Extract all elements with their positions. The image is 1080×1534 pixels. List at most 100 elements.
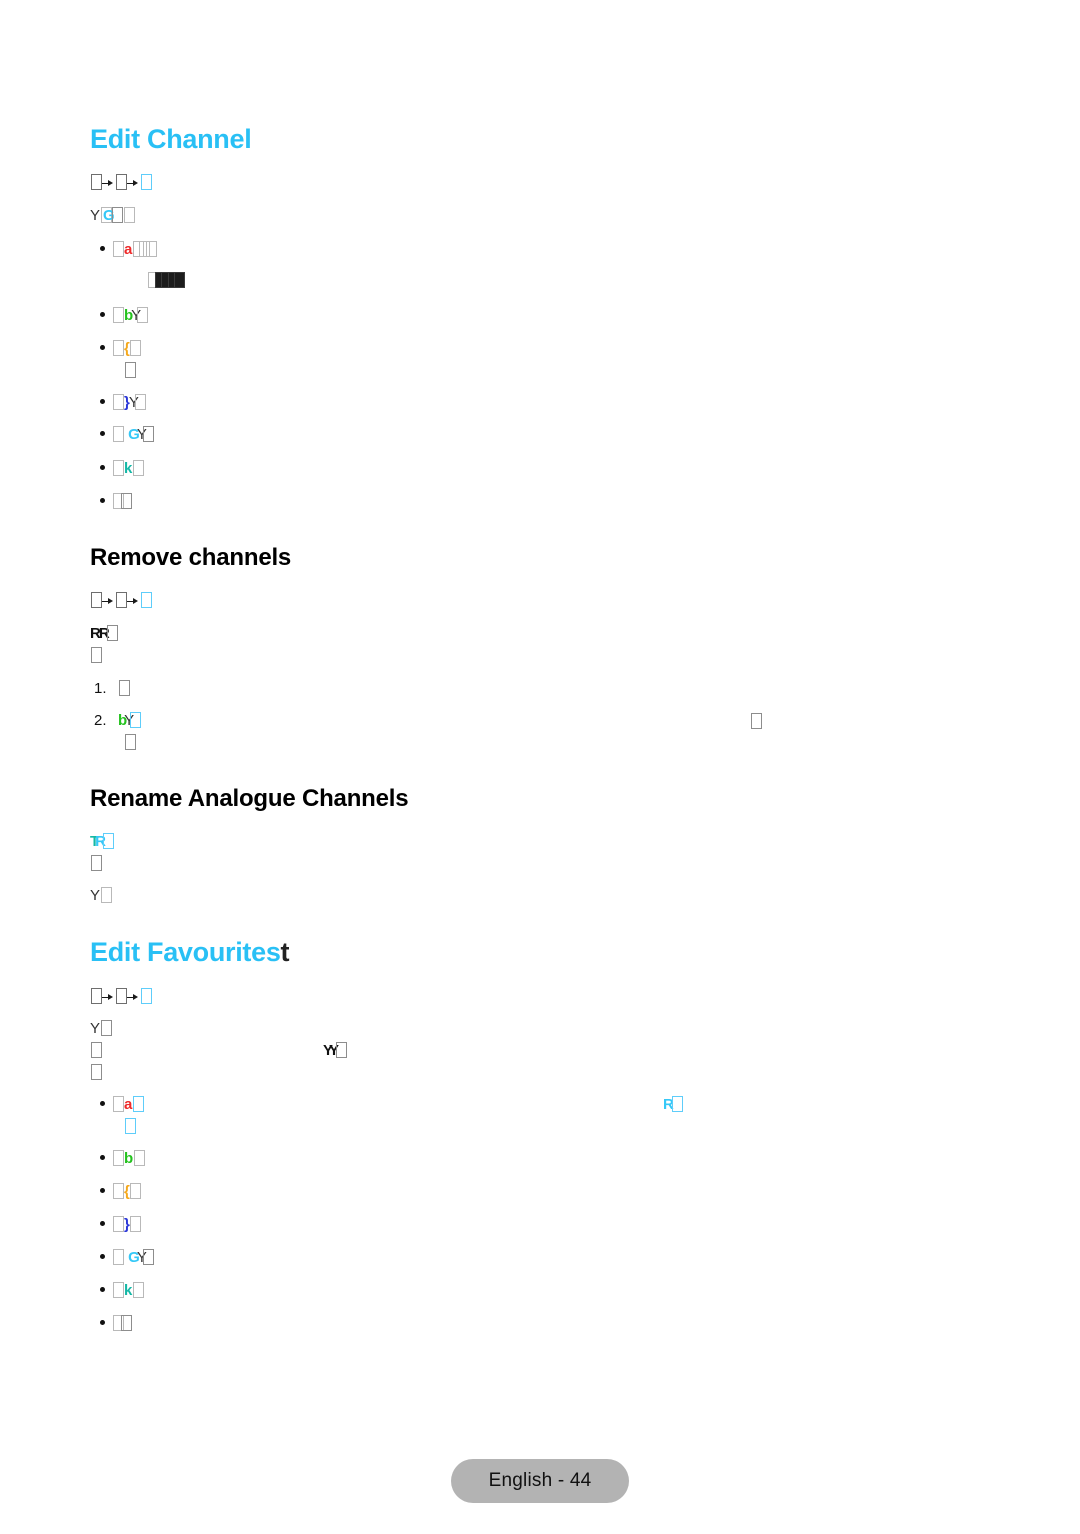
edit-favourites-intro: Y — [90, 1019, 112, 1039]
list-item: b — [100, 1149, 145, 1169]
residual-glyph-y: Y — [90, 887, 101, 904]
list-item: } — [100, 1215, 142, 1235]
remove-channels-intro: RR — [90, 624, 118, 644]
page-footer-badge: English - 44 — [451, 1459, 629, 1503]
arrow-right-icon — [102, 992, 114, 1002]
missing-glyph-box — [90, 592, 102, 608]
section-heading-remove-channels: Remove channels — [90, 544, 291, 572]
key-hint-red-a: a — [124, 241, 133, 258]
missing-glyph-box — [140, 592, 152, 608]
missing-glyph-box — [115, 988, 127, 1004]
bullet-dot-icon — [100, 465, 105, 470]
breadcrumb-remove-channels — [90, 591, 152, 611]
list-item: }Y — [100, 393, 146, 413]
missing-glyph-box — [106, 625, 118, 641]
missing-glyph-box — [112, 426, 124, 442]
missing-glyph-box — [671, 1096, 683, 1112]
missing-glyph-box — [124, 734, 136, 750]
missing-glyph-box — [90, 988, 102, 1004]
missing-glyph-box — [100, 887, 112, 903]
bullet-dot-icon — [100, 431, 105, 436]
page-title-edit-channel: Edit Channel — [90, 124, 252, 155]
missing-glyph-box — [112, 340, 124, 356]
missing-glyph-box — [130, 340, 142, 356]
list-item: a — [100, 240, 157, 260]
list-item: bY — [100, 306, 149, 326]
remove-channels-intro-cont — [90, 646, 102, 666]
key-hint-blue-brace: } — [124, 1216, 130, 1233]
edit-favourites-heading-text: Edit Favourites — [90, 937, 281, 967]
bullet-dot-icon — [100, 1221, 105, 1226]
bullet-dot-icon — [100, 498, 105, 503]
missing-glyph-box — [140, 988, 152, 1004]
edit-favourites-line-2 — [90, 1041, 102, 1061]
breadcrumb-edit-favourites — [90, 987, 152, 1007]
rename-analogue-intro-cont — [90, 854, 102, 874]
rename-analogue-channels-heading-text: Rename Analogue Channels — [90, 785, 409, 812]
list-item — [100, 492, 133, 512]
key-hint-green-b: b — [124, 1150, 134, 1167]
section-heading-rename-analogue-channels: Rename Analogue Channels — [90, 785, 409, 813]
missing-glyph-box — [121, 1315, 132, 1331]
list-item: a — [100, 1095, 144, 1115]
bullet-dot-icon — [100, 1188, 105, 1193]
arrow-right-icon — [102, 596, 114, 606]
key-hint-red-a: a — [124, 1096, 133, 1113]
list-item — [100, 1314, 133, 1334]
missing-glyph-box — [123, 207, 135, 223]
arrow-right-icon — [127, 992, 139, 1002]
bullet-dot-icon — [100, 1320, 105, 1325]
missing-glyph-box — [103, 833, 115, 849]
bullet-dot-icon — [100, 1101, 105, 1106]
missing-glyph-box — [112, 307, 124, 323]
missing-glyph-box — [112, 1216, 124, 1232]
edit-channel-intro: YG — [90, 206, 135, 226]
missing-glyph-box — [111, 207, 123, 223]
missing-glyph-box — [90, 1064, 102, 1080]
rename-analogue-intro: TR — [90, 832, 115, 852]
key-hint-yellow-brace: { — [124, 340, 130, 357]
missing-glyph-box — [115, 592, 127, 608]
missing-glyph-box — [124, 362, 136, 378]
missing-glyph-box — [112, 460, 124, 476]
right-margin-glyph — [750, 712, 762, 732]
missing-glyph-box — [90, 1042, 102, 1058]
missing-glyph-box — [90, 174, 102, 190]
breadcrumb-edit-channel — [90, 173, 152, 193]
residual-glyph-y: Y — [90, 207, 101, 224]
edit-favourites-line-3 — [90, 1063, 102, 1083]
missing-glyph-box — [145, 241, 157, 257]
missing-glyph-box — [132, 1282, 144, 1298]
arrow-right-icon — [102, 178, 114, 188]
bullet-dot-icon — [100, 345, 105, 350]
arrow-right-icon — [127, 596, 139, 606]
missing-glyph-box — [130, 1183, 142, 1199]
missing-glyph-box — [112, 1183, 124, 1199]
missing-glyph-box — [132, 1096, 144, 1112]
missing-glyph-box — [115, 174, 127, 190]
bullet-dot-icon — [100, 312, 105, 317]
list-item: { — [100, 339, 142, 359]
missing-glyph-box — [112, 394, 124, 410]
missing-glyph-box — [130, 712, 142, 728]
list-item-subline — [124, 1117, 136, 1137]
list-item: k — [100, 459, 144, 479]
manual-page: Edit Channel YG a bY { }Y GY k Remove ch… — [0, 0, 1080, 1534]
missing-glyph-box — [112, 1096, 124, 1112]
bullet-dot-icon — [100, 246, 105, 251]
missing-glyph-box — [134, 394, 146, 410]
edit-favourites-mid-glyphs: YY — [323, 1041, 348, 1061]
arrow-right-icon — [127, 178, 139, 188]
remove-channels-heading-text: Remove channels — [90, 544, 292, 571]
missing-glyph-box — [112, 1249, 124, 1265]
edit-channel-heading-text: Edit Channel — [90, 124, 252, 154]
missing-glyph-box — [90, 647, 102, 663]
missing-glyph-box — [142, 1249, 154, 1265]
bullet-dot-icon — [100, 1287, 105, 1292]
missing-glyph-box — [133, 1150, 145, 1166]
missing-glyph-box — [750, 713, 762, 729]
list-item-subline — [124, 361, 136, 381]
missing-glyph-box — [142, 426, 154, 442]
missing-glyph-box — [130, 1216, 142, 1232]
missing-glyph-box — [112, 1282, 124, 1298]
